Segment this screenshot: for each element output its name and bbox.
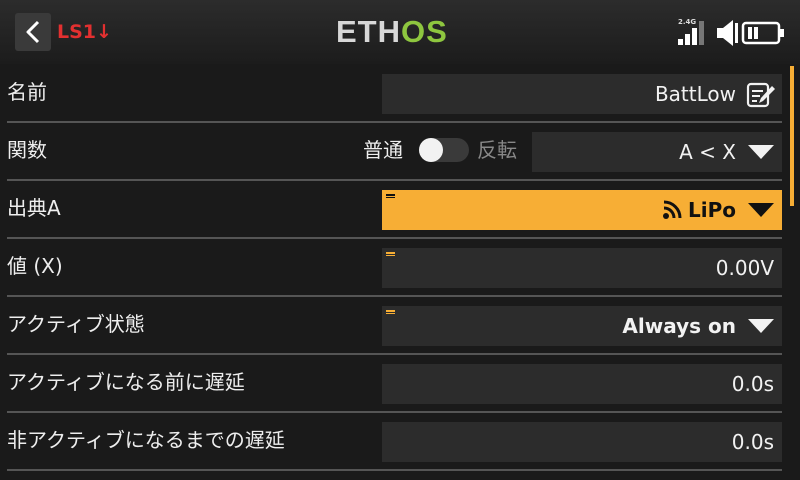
scrollbar[interactable] <box>790 66 794 206</box>
delay-inactive-value: 0.0s <box>731 430 774 454</box>
menu-lines-icon <box>386 310 395 317</box>
delay-active-value: 0.0s <box>731 372 774 396</box>
logo-main-text: ETH <box>336 14 401 49</box>
ethos-logo: ETHOS <box>336 16 448 48</box>
source-a-label: 出典A <box>7 196 61 220</box>
telemetry-icon <box>663 200 682 219</box>
row-delay-active: アクティブになる前に遅延 0.0s <box>7 354 782 413</box>
mode-invert-label: 反転 <box>477 138 517 162</box>
row-function: 関数 普通 反転 A < X <box>7 122 782 181</box>
source-a-value-wrap: LiPo <box>662 190 774 230</box>
delay-inactive-field[interactable]: 0.0s <box>382 422 782 462</box>
name-field[interactable]: BattLow <box>382 74 782 114</box>
signal-strength-icon <box>678 21 704 45</box>
logo-accent-text: OS <box>401 14 448 49</box>
dropdown-caret-icon <box>748 144 774 159</box>
row-source-a: 出典A LiPo <box>7 180 782 239</box>
active-state-value-wrap: Always on <box>622 306 774 346</box>
dropdown-caret-icon <box>748 318 774 333</box>
battery-icon <box>741 21 784 45</box>
name-label: 名前 <box>7 80 47 104</box>
back-button[interactable] <box>15 13 51 51</box>
toggle-knob <box>419 138 443 162</box>
function-label: 関数 <box>7 138 47 162</box>
back-arrow-icon <box>26 20 40 44</box>
dropdown-caret-icon <box>748 202 774 217</box>
value-x-label: 値 (X) <box>7 254 63 278</box>
screen-title: LS1↓ <box>57 21 112 43</box>
function-dropdown[interactable]: A < X <box>532 132 782 172</box>
name-value: BattLow <box>654 82 736 106</box>
value-x-value: 0.00V <box>715 256 774 280</box>
row-value-x: 値 (X) 0.00V <box>7 238 782 297</box>
row-active-state: アクティブ状態 Always on <box>7 296 782 355</box>
menu-lines-icon <box>386 194 395 201</box>
active-state-dropdown[interactable]: Always on <box>382 306 782 346</box>
delay-inactive-label: 非アクティブになるまでの遅延 <box>7 428 285 452</box>
delay-active-label: アクティブになる前に遅延 <box>7 370 245 394</box>
function-value-wrap: A < X <box>679 132 774 172</box>
menu-lines-icon <box>386 252 395 259</box>
value-x-field[interactable]: 0.00V <box>382 248 782 288</box>
row-delay-inactive: 非アクティブになるまでの遅延 0.0s <box>7 412 782 471</box>
source-a-dropdown[interactable]: LiPo <box>382 190 782 230</box>
active-state-value: Always on <box>622 314 736 338</box>
delay-active-field[interactable]: 0.0s <box>382 364 782 404</box>
speaker-icon <box>717 20 738 46</box>
function-value: A < X <box>679 140 736 164</box>
active-state-label: アクティブ状態 <box>7 312 145 336</box>
row-name: 名前 BattLow <box>7 64 782 123</box>
source-a-value: LiPo <box>688 198 736 222</box>
invert-toggle[interactable] <box>419 138 469 162</box>
mode-normal-label: 普通 <box>363 138 403 162</box>
header-bar: LS1↓ ETHOS 2.4G <box>0 0 800 64</box>
status-icons <box>678 20 784 46</box>
edit-icon <box>746 82 775 108</box>
